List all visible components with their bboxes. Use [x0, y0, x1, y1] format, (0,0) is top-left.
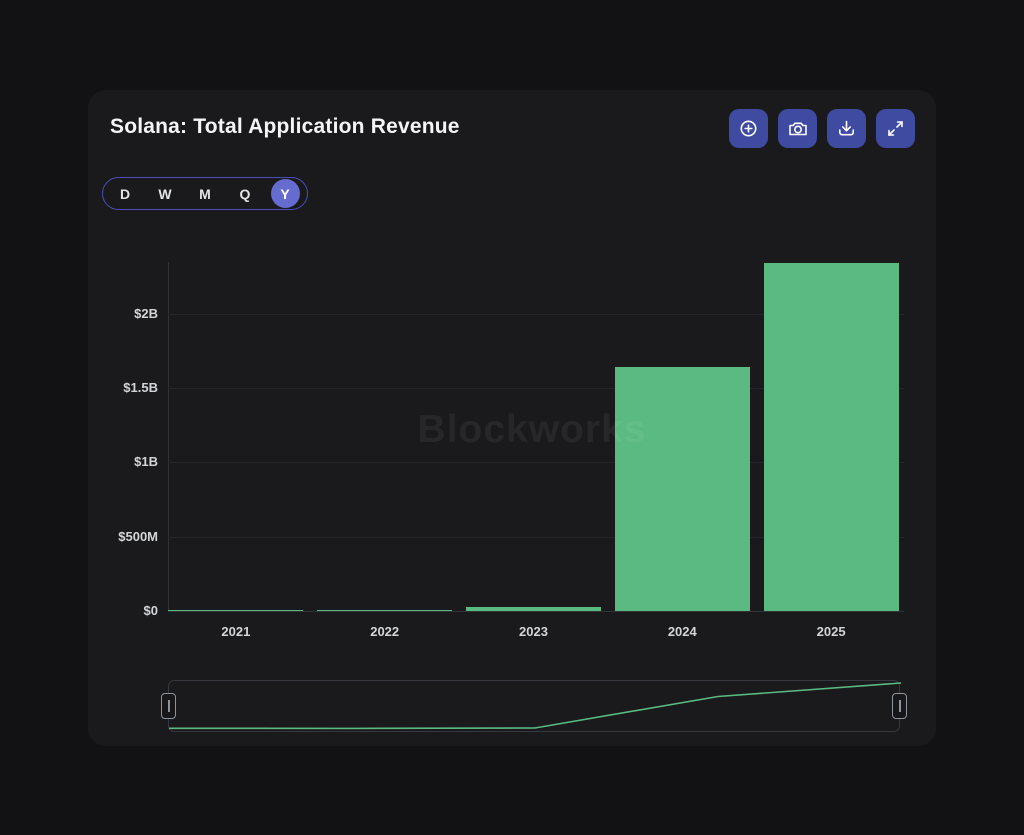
chart-card: Solana: Total Application Revenue	[88, 90, 936, 746]
y-axis-label: $2B	[94, 306, 158, 321]
y-axis-label: $1.5B	[94, 380, 158, 395]
x-axis-label-2025: 2025	[786, 624, 876, 639]
x-axis-label-2023: 2023	[489, 624, 579, 639]
bar-2021[interactable]	[168, 610, 303, 611]
chart-plot-area: Blockworks $0$500M$1B$1.5B$2B20212022202…	[88, 90, 936, 746]
bar-2024[interactable]	[615, 367, 750, 611]
navigator-left-handle[interactable]	[161, 693, 176, 719]
y-axis-label: $500M	[94, 529, 158, 544]
navigator-right-handle[interactable]	[892, 693, 907, 719]
x-axis-label-2021: 2021	[191, 624, 281, 639]
x-axis-label-2022: 2022	[340, 624, 430, 639]
x-axis-line	[168, 611, 904, 612]
bar-2023[interactable]	[466, 607, 601, 611]
bar-2022[interactable]	[317, 610, 452, 611]
bar-2025[interactable]	[764, 263, 899, 611]
navigator-line	[169, 681, 901, 733]
y-axis-label: $0	[94, 603, 158, 618]
chart-navigator[interactable]	[168, 680, 900, 732]
y-axis-label: $1B	[94, 454, 158, 469]
x-axis-label-2024: 2024	[637, 624, 727, 639]
